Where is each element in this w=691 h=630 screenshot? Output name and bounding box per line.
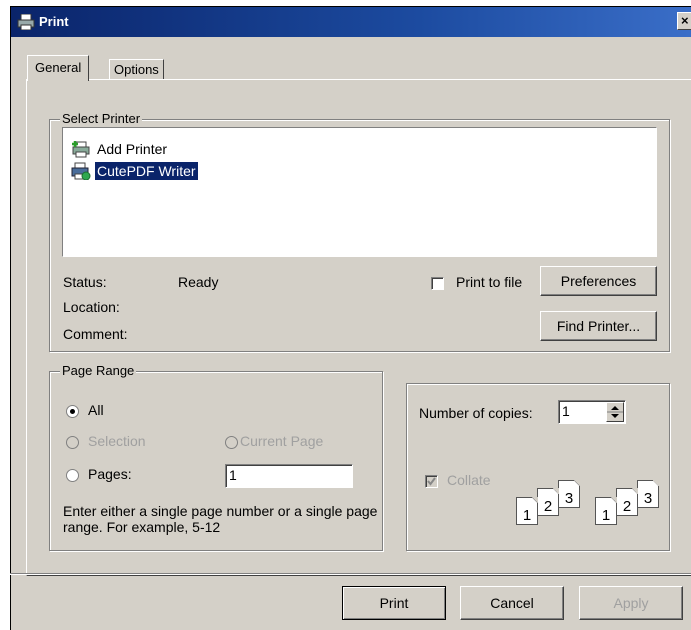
tab-options-label: Options xyxy=(114,62,159,77)
close-icon: × xyxy=(681,13,689,28)
footer-divider xyxy=(10,573,691,575)
all-radio[interactable] xyxy=(66,405,79,418)
collate-page-2b: 2 xyxy=(616,488,638,516)
current-page-label[interactable]: Current Page xyxy=(240,433,323,449)
checkmark-icon xyxy=(427,477,436,486)
comment-label: Comment: xyxy=(63,326,128,342)
printer-list[interactable]: Add Printer CutePDF Writer xyxy=(62,127,657,257)
page-number: 2 xyxy=(543,498,553,515)
radio-dot xyxy=(70,409,75,414)
status-value: Ready xyxy=(178,274,219,290)
window-title: Print xyxy=(39,14,69,29)
pages-input-value: 1 xyxy=(229,467,237,483)
preferences-label: Preferences xyxy=(560,273,637,289)
collate-page-1b: 1 xyxy=(595,497,617,525)
print-to-file-checkbox[interactable] xyxy=(431,277,444,290)
collate-checkbox[interactable] xyxy=(425,475,438,488)
preferences-button[interactable]: Preferences xyxy=(540,266,657,296)
page-number: 3 xyxy=(564,490,574,507)
spinner-arrows-icon xyxy=(607,406,623,418)
printer-icon xyxy=(17,14,35,30)
select-printer-legend: Select Printer xyxy=(60,111,143,126)
page-number: 2 xyxy=(622,498,632,515)
collate-page-2: 2 xyxy=(537,488,559,516)
print-to-file-label[interactable]: Print to file xyxy=(456,274,522,290)
page-range-hint: Enter either a single page number or a s… xyxy=(63,503,378,535)
apply-button-label: Apply xyxy=(613,595,649,611)
pages-input[interactable]: 1 xyxy=(225,464,353,488)
all-label[interactable]: All xyxy=(88,402,104,418)
number-of-copies-label: Number of copies: xyxy=(419,405,533,421)
status-label: Status: xyxy=(63,274,107,290)
pages-label[interactable]: Pages: xyxy=(88,466,132,482)
cancel-button-label: Cancel xyxy=(490,595,534,611)
title-bar[interactable]: Print × xyxy=(11,7,691,37)
print-button-label: Print xyxy=(379,595,409,611)
printer-item-label: Add Printer xyxy=(97,141,168,157)
find-printer-button[interactable]: Find Printer... xyxy=(540,311,657,341)
add-printer-icon xyxy=(72,141,90,158)
tab-general-label: General xyxy=(35,60,82,75)
collate-illustration: 3 2 1 3 2 1 xyxy=(512,480,662,530)
find-printer-label: Find Printer... xyxy=(556,318,641,334)
selection-radio[interactable] xyxy=(66,436,79,449)
apply-button[interactable]: Apply xyxy=(579,586,683,620)
close-button[interactable]: × xyxy=(677,12,691,30)
page-number: 1 xyxy=(601,507,611,524)
collate-page-3: 3 xyxy=(558,480,580,508)
selection-label[interactable]: Selection xyxy=(88,433,146,449)
tab-general[interactable]: General xyxy=(27,55,90,81)
location-label: Location: xyxy=(63,299,120,315)
current-page-radio[interactable] xyxy=(225,436,238,449)
tab-options[interactable]: Options xyxy=(109,59,164,81)
page-number: 3 xyxy=(643,490,653,507)
pages-radio[interactable] xyxy=(66,469,79,482)
print-button[interactable]: Print xyxy=(342,586,446,620)
page-range-legend: Page Range xyxy=(60,363,137,378)
printer-item-label: CutePDF Writer xyxy=(95,162,198,180)
copies-spinner[interactable] xyxy=(606,402,624,422)
collate-page-3b: 3 xyxy=(637,480,659,508)
cancel-button[interactable]: Cancel xyxy=(460,586,564,620)
printer-icon xyxy=(71,162,91,180)
collate-label[interactable]: Collate xyxy=(447,472,491,488)
collate-page-1: 1 xyxy=(516,497,538,525)
page-number: 1 xyxy=(522,507,532,524)
copies-input-value: 1 xyxy=(562,403,570,419)
